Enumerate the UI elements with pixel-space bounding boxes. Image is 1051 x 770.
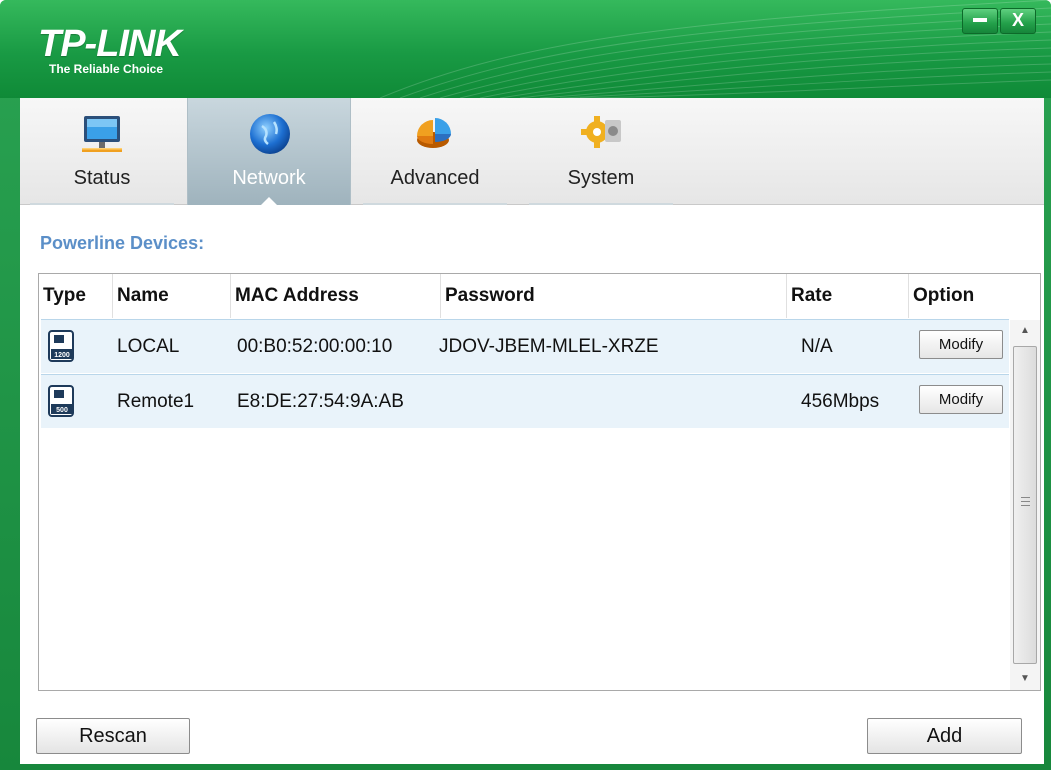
device-name: LOCAL [117, 336, 180, 357]
brand-name: TP-LINK [38, 23, 182, 65]
minimize-button[interactable] [962, 8, 998, 34]
powerline-adapter-icon: 500 [48, 385, 74, 417]
tab-bar: Status Network Advanced System [20, 98, 1044, 206]
device-rate: N/A [801, 336, 833, 357]
type-badge: 500 [56, 407, 68, 414]
main-content: Status Network Advanced System Powerline… [20, 98, 1044, 764]
rescan-button[interactable]: Rescan [36, 718, 190, 754]
device-rate: 456Mbps [801, 391, 880, 412]
tab-advanced-label: Advanced [390, 167, 480, 189]
minimize-icon [973, 18, 987, 23]
device-mac: 00:B0:52:00:00:10 [237, 336, 393, 357]
col-mac: MAC Address [231, 274, 441, 318]
type-badge: 1200 [54, 352, 70, 359]
scroll-down-arrow-icon[interactable]: ▼ [1010, 668, 1040, 690]
device-password: JDOV-JBEM-MLEL-XRZE [439, 336, 659, 357]
app-window: TP-LINK The Reliable Choice X Status Net… [0, 0, 1051, 770]
table-row[interactable]: 500 Remote1 E8:DE:27:54:9A:AB 456Mbps Mo… [41, 374, 1009, 428]
close-icon: X [1011, 10, 1024, 30]
tab-system-label: System [567, 167, 635, 189]
tab-network[interactable]: Network [187, 98, 351, 206]
close-button[interactable]: X [1000, 8, 1036, 34]
table-header: Type Name MAC Address Password Rate Opti… [39, 274, 1040, 318]
device-mac: E8:DE:27:54:9A:AB [237, 391, 404, 412]
tab-advanced[interactable]: Advanced [353, 98, 517, 205]
monitor-icon [82, 116, 122, 152]
active-tab-notch [260, 197, 278, 206]
scroll-thumb[interactable] [1013, 346, 1037, 664]
scroll-up-arrow-icon[interactable]: ▲ [1010, 320, 1040, 342]
brand-tagline: The Reliable Choice [49, 62, 164, 76]
devices-table: Type Name MAC Address Password Rate Opti… [38, 273, 1041, 691]
tab-status-label: Status [73, 167, 131, 189]
pie-chart-icon [417, 118, 451, 148]
tplink-logo: TP-LINK The Reliable Choice [38, 23, 182, 76]
device-name: Remote1 [117, 391, 195, 412]
col-name: Name [113, 274, 231, 318]
col-option: Option [913, 285, 975, 306]
col-password: Password [441, 274, 787, 318]
gears-icon [581, 116, 621, 148]
table-row[interactable]: 1200 LOCAL 00:B0:52:00:00:10 JDOV-JBEM-M… [41, 319, 1009, 373]
add-button[interactable]: Add [867, 718, 1022, 754]
tab-underline [529, 203, 673, 205]
scroll-grip-icon [1021, 497, 1030, 506]
modify-button[interactable]: Modify [919, 385, 1003, 414]
tab-system[interactable]: System [519, 98, 683, 205]
tab-status[interactable]: Status [20, 98, 184, 205]
section-title: Powerline Devices: [40, 233, 205, 253]
tab-network-label: Network [232, 167, 306, 189]
tab-underline [30, 203, 174, 205]
col-rate: Rate [787, 274, 909, 318]
globe-icon [250, 114, 290, 154]
vertical-scrollbar[interactable]: ▲ ▼ [1010, 320, 1040, 690]
col-type: Type [39, 274, 113, 318]
tab-underline [363, 203, 507, 205]
title-bar: TP-LINK The Reliable Choice X [0, 0, 1051, 98]
powerline-adapter-icon: 1200 [48, 330, 74, 362]
modify-button[interactable]: Modify [919, 330, 1003, 359]
